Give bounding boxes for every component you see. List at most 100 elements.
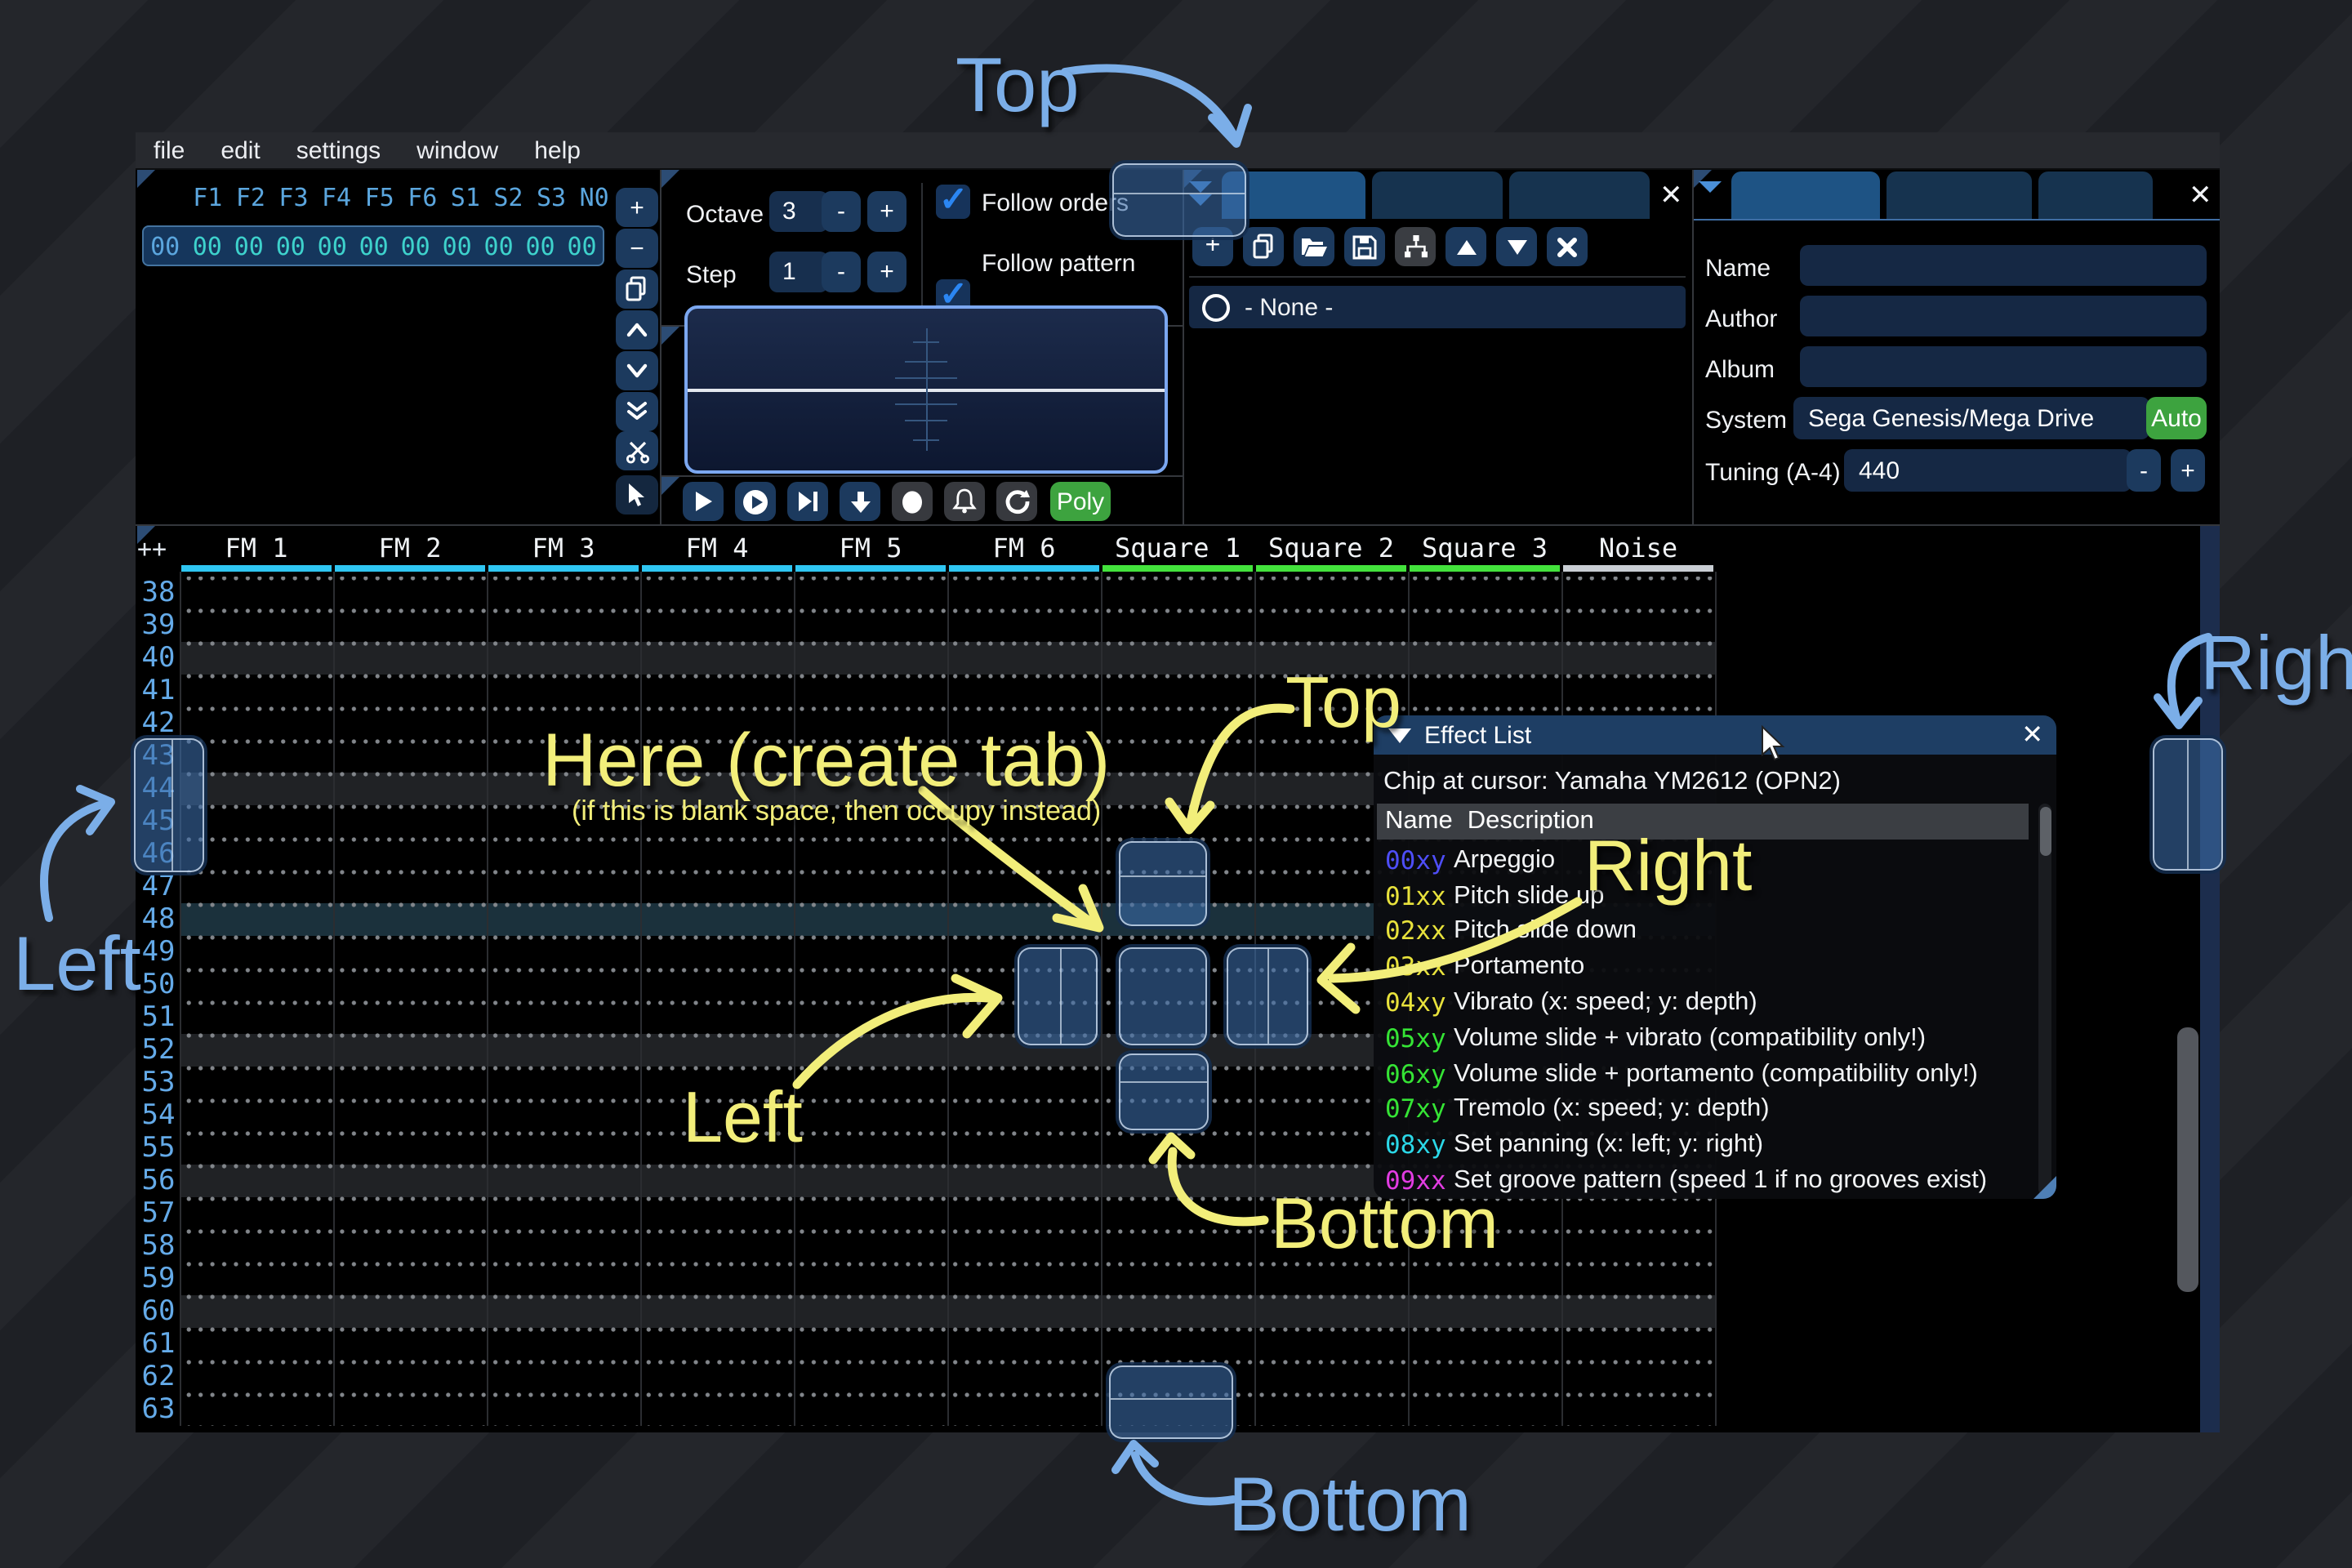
menu-window[interactable]: window [399, 136, 516, 164]
octave-plus-button[interactable]: + [867, 191, 906, 232]
menu-help[interactable]: help [516, 136, 599, 164]
order-edit-mode-button[interactable] [616, 475, 658, 514]
system-auto-button[interactable]: Auto [2146, 397, 2207, 439]
dock-target-top-edge[interactable] [1112, 163, 1246, 237]
dock-target-center[interactable] [1119, 947, 1207, 1045]
tab-speed[interactable] [2038, 172, 2153, 219]
effect-row-03xx[interactable]: 03xx Portamento [1377, 950, 2050, 986]
effect-row-07xy[interactable]: 07xy Tremolo (x: speed; y: depth) [1377, 1092, 2050, 1128]
order-duplicate-button[interactable] [616, 270, 658, 309]
row-number-54: 54 [141, 1099, 176, 1132]
octave-value[interactable]: 3 [769, 191, 828, 232]
order-move-bottom-button[interactable] [616, 392, 658, 431]
channel-header-fm-1[interactable]: FM 1 [180, 532, 333, 565]
instrument-save-button[interactable] [1344, 227, 1385, 266]
effect-row-06xy[interactable]: 06xy Volume slide + portamento (compatibi… [1377, 1057, 2050, 1093]
channel-header-square-3[interactable]: Square 3 [1408, 532, 1561, 565]
order-cell[interactable]: 00 [561, 231, 603, 261]
dock-target-center-bottom[interactable] [1119, 1054, 1209, 1130]
order-move-down-button[interactable] [616, 351, 658, 390]
dock-target-center-left[interactable] [1018, 947, 1098, 1045]
channel-header-fm-6[interactable]: FM 6 [947, 532, 1101, 565]
channel-header-noise[interactable]: Noise [1561, 532, 1715, 565]
play-pattern-button[interactable] [735, 482, 776, 521]
channel-header-fm-5[interactable]: FM 5 [794, 532, 947, 565]
instrument-duplicate-button[interactable] [1243, 227, 1284, 266]
step-play-button[interactable] [787, 482, 828, 521]
tab-wavetables[interactable] [1372, 172, 1503, 219]
metronome-button[interactable] [944, 482, 985, 521]
author-field[interactable] [1800, 296, 2207, 336]
order-cell[interactable]: 00 [478, 231, 519, 261]
follow-orders-checkbox[interactable]: ✓ [936, 181, 970, 219]
instrument-list-item-none[interactable]: - None - [1189, 286, 1686, 328]
panel-divider [660, 475, 1183, 477]
effect-row-04xy[interactable]: 04xy Vibrato (x: speed; y: depth) [1377, 985, 2050, 1021]
effect-list-close-icon[interactable]: ✕ [2021, 719, 2043, 751]
dock-target-center-top[interactable] [1119, 841, 1207, 926]
effect-list-scrollbar[interactable] [2038, 804, 2051, 1196]
menu-edit[interactable]: edit [203, 136, 278, 164]
effect-list-titlebar[interactable]: Effect List ✕ [1374, 715, 2056, 755]
channel-header-square-2[interactable]: Square 2 [1254, 532, 1408, 565]
step-plus-button[interactable]: + [867, 252, 906, 292]
effect-row-08xy[interactable]: 08xy Set panning (x: left; y: right) [1377, 1128, 2050, 1164]
tab-samples[interactable] [1509, 172, 1650, 219]
step-value[interactable]: 1 [769, 252, 828, 292]
tuning-plus-button[interactable]: + [2171, 449, 2205, 492]
songinfo-dropdown-icon[interactable] [1699, 180, 1722, 194]
dock-target-right-edge[interactable] [2153, 738, 2223, 871]
order-cut-button[interactable] [616, 431, 658, 470]
dock-target-left-edge[interactable] [134, 738, 204, 872]
play-button[interactable] [683, 482, 724, 521]
system-select[interactable]: Sega Genesis/Mega Drive [1793, 397, 2149, 439]
step-row-button[interactable] [840, 482, 880, 521]
octave-minus-button[interactable]: - [822, 191, 861, 232]
order-cell[interactable]: 00 [311, 231, 353, 261]
instrument-move-up-button[interactable] [1446, 227, 1486, 266]
order-cell[interactable]: 00 [394, 231, 436, 261]
songinfo-close-icon[interactable]: ✕ [2189, 180, 2212, 212]
channel-header-fm-4[interactable]: FM 4 [640, 532, 794, 565]
order-cell[interactable]: 00 [228, 231, 270, 261]
record-button[interactable] [892, 482, 933, 521]
pattern-scrollbar-thumb[interactable] [2177, 1027, 2198, 1292]
tuning-minus-button[interactable]: - [2127, 449, 2161, 492]
channel-header-square-1[interactable]: Square 1 [1101, 532, 1254, 565]
dock-target-bottom-edge[interactable] [1109, 1365, 1233, 1439]
order-cell[interactable]: 00 [519, 231, 561, 261]
channel-color-bar [949, 565, 1099, 571]
instrument-tree-button[interactable] [1395, 227, 1436, 266]
order-remove-button[interactable]: − [616, 229, 658, 268]
effect-row-05xy[interactable]: 05xy Volume slide + vibrato (compatibilit… [1377, 1021, 2050, 1057]
tuning-field[interactable]: 440 [1844, 449, 2132, 492]
channel-header-fm-3[interactable]: FM 3 [487, 532, 640, 565]
row-number-61: 61 [141, 1328, 176, 1361]
row-number-56: 56 [141, 1165, 176, 1197]
poly-button[interactable]: Poly [1050, 482, 1111, 521]
album-field[interactable] [1800, 346, 2207, 387]
mouse-cursor [1762, 725, 1785, 761]
order-add-button[interactable]: + [616, 188, 658, 227]
instrument-delete-button[interactable] [1547, 227, 1588, 266]
step-minus-button[interactable]: - [822, 252, 861, 292]
name-field[interactable] [1800, 245, 2207, 286]
order-cell[interactable]: 00 [270, 231, 311, 261]
instrument-move-down-button[interactable] [1496, 227, 1537, 266]
resize-grip[interactable] [2034, 1176, 2056, 1199]
menu-file[interactable]: file [136, 136, 203, 164]
instruments-close-icon[interactable]: ✕ [1659, 180, 1683, 212]
menu-settings[interactable]: settings [278, 136, 399, 164]
tab-song-info[interactable] [1731, 172, 1880, 219]
channel-header-fm-2[interactable]: FM 2 [333, 532, 487, 565]
order-cell[interactable]: 00 [186, 231, 228, 261]
order-move-up-button[interactable] [616, 310, 658, 350]
orders-selected-row[interactable]: 00 00 00 00 00 00 00 00 00 00 00 [142, 225, 604, 266]
repeat-button[interactable] [996, 482, 1037, 521]
tab-subsongs[interactable] [1886, 172, 2032, 219]
order-cell[interactable]: 00 [353, 231, 394, 261]
instrument-open-button[interactable] [1294, 227, 1334, 266]
effect-row-02xx[interactable]: 02xx Pitch slide down [1377, 914, 2050, 950]
dock-target-center-right[interactable] [1227, 947, 1308, 1045]
order-cell[interactable]: 00 [436, 231, 478, 261]
